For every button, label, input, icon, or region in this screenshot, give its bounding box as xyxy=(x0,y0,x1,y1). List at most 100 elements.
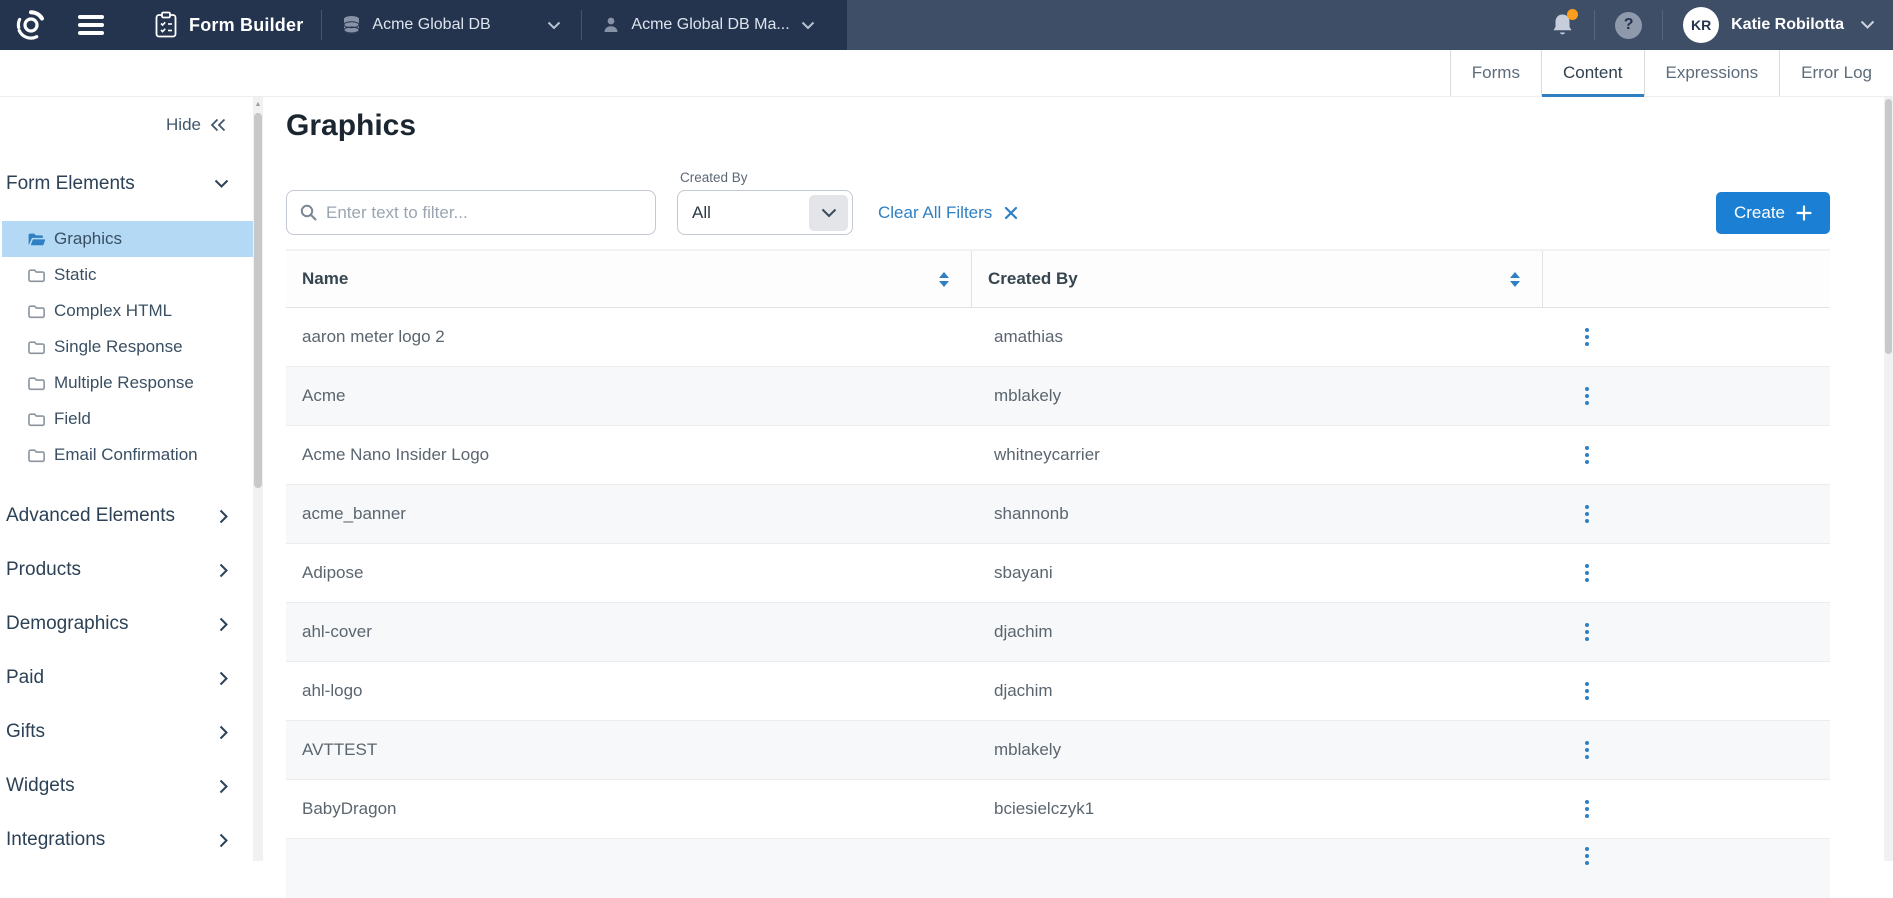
menu-button[interactable] xyxy=(78,15,118,35)
plus-icon xyxy=(1796,205,1812,221)
notifications-button[interactable] xyxy=(1551,12,1574,38)
kebab-menu-button[interactable] xyxy=(1581,324,1593,350)
row-actions-cell xyxy=(1543,603,1830,661)
table-row: ahl-logo djachim xyxy=(286,662,1830,721)
column-header-actions xyxy=(1543,251,1830,307)
clipboard-icon xyxy=(154,11,178,39)
filter-row: Created By All Clear All Filters Create xyxy=(286,190,1830,235)
name-cell: BabyDragon xyxy=(286,780,972,838)
create-button[interactable]: Create xyxy=(1716,192,1830,234)
table-row-partial xyxy=(286,839,1830,898)
content-area: Hide Form Elements xyxy=(0,97,1893,861)
kebab-menu-button[interactable] xyxy=(1581,796,1593,822)
tab[interactable]: Content xyxy=(1541,50,1644,96)
page-scrollbar[interactable] xyxy=(1884,97,1893,861)
kebab-menu-button[interactable] xyxy=(1581,442,1593,468)
clear-all-filters-button[interactable]: Clear All Filters xyxy=(878,203,1018,223)
row-actions-cell xyxy=(1543,367,1830,425)
kebab-menu-button[interactable] xyxy=(1581,737,1593,763)
brand-logo[interactable] xyxy=(0,9,62,41)
tab[interactable]: Error Log xyxy=(1779,50,1893,96)
sidebar-item-label: Field xyxy=(54,409,91,429)
tab-label: Forms xyxy=(1472,63,1520,83)
filter-text-input[interactable] xyxy=(326,191,655,234)
sidebar-item[interactable]: Single Response xyxy=(2,329,253,365)
scrollbar-up-arrow[interactable]: ▲ xyxy=(254,101,262,108)
sidebar-item-label: Single Response xyxy=(54,337,183,357)
navbar-right-cluster: ? KR Katie Robilotta xyxy=(847,0,1893,50)
page-scrollbar-thumb[interactable] xyxy=(1885,99,1892,354)
sidebar-item[interactable]: Field xyxy=(2,401,253,437)
kebab-menu-button[interactable] xyxy=(1581,383,1593,409)
graphics-table: Name Created By aaron meter logo 2 amath… xyxy=(286,249,1830,898)
page-title: Graphics xyxy=(286,109,1830,143)
target-logo-icon xyxy=(15,9,47,41)
sidebar-section[interactable]: Paid xyxy=(0,651,263,705)
table-row: aaron meter logo 2 amathias xyxy=(286,308,1830,367)
app-title: Form Builder xyxy=(189,15,303,36)
hamburger-icon xyxy=(78,15,104,19)
sidebar-section[interactable]: Gifts xyxy=(0,705,263,759)
kebab-menu-button[interactable] xyxy=(1581,843,1593,869)
chevron-right-icon xyxy=(219,563,229,578)
column-header-created-by[interactable]: Created By xyxy=(972,251,1543,307)
hide-sidebar-button[interactable]: Hide xyxy=(0,97,263,135)
help-button[interactable]: ? xyxy=(1615,12,1642,39)
sidebar-item[interactable]: Email Confirmation xyxy=(2,437,253,473)
section-label: Paid xyxy=(6,667,44,689)
tab[interactable]: Forms xyxy=(1450,50,1541,96)
database-select-value: Acme Global DB xyxy=(372,16,490,34)
sidebar-item[interactable]: Multiple Response xyxy=(2,365,253,401)
select-chevron-button[interactable] xyxy=(809,195,848,231)
database-select[interactable]: Acme Global DB xyxy=(324,0,579,50)
kebab-menu-button[interactable] xyxy=(1581,501,1593,527)
tab[interactable]: Expressions xyxy=(1644,50,1780,96)
notification-badge xyxy=(1567,9,1578,20)
sidebar-scrollbar[interactable]: ▲ xyxy=(253,97,263,861)
tab-label: Expressions xyxy=(1666,63,1759,83)
kebab-menu-button[interactable] xyxy=(1581,678,1593,704)
table-row: Acme mblakely xyxy=(286,367,1830,426)
scrollbar-thumb[interactable] xyxy=(254,113,262,488)
chevron-right-icon xyxy=(219,617,229,632)
section-label: Form Elements xyxy=(6,173,135,195)
table-row: AVTTEST mblakely xyxy=(286,721,1830,780)
name-cell: AVTTEST xyxy=(286,721,972,779)
column-header-name[interactable]: Name xyxy=(286,251,972,307)
sidebar-item-label: Static xyxy=(54,265,97,285)
sidebar-section[interactable]: Integrations xyxy=(0,813,263,867)
sidebar-section[interactable]: Advanced Elements xyxy=(0,489,263,543)
tab-label: Content xyxy=(1563,63,1623,83)
name-cell: ahl-cover xyxy=(286,603,972,661)
account-select-value: Acme Global DB Ma... xyxy=(631,16,789,34)
sidebar-section[interactable]: Demographics xyxy=(0,597,263,651)
kebab-menu-button[interactable] xyxy=(1581,560,1593,586)
name-cell: Acme xyxy=(286,367,972,425)
created-by-select[interactable]: Created By All xyxy=(677,190,853,235)
row-actions-cell xyxy=(1543,662,1830,720)
sidebar-item-label: Email Confirmation xyxy=(54,445,198,465)
sidebar-section[interactable]: Products xyxy=(0,543,263,597)
folder-icon xyxy=(27,339,46,355)
sidebar-item-label: Complex HTML xyxy=(54,301,172,321)
sidebar-item[interactable]: Complex HTML xyxy=(2,293,253,329)
folder-icon xyxy=(27,303,46,319)
kebab-menu-button[interactable] xyxy=(1581,619,1593,645)
chevron-down-icon xyxy=(1860,20,1875,30)
main-panel: Graphics Created By All Clear A xyxy=(263,97,1893,861)
chevron-down-icon xyxy=(214,179,229,189)
created-by-cell: djachim xyxy=(972,662,1543,720)
created-by-cell: whitneycarrier xyxy=(972,426,1543,484)
top-navbar: Form Builder Acme Global DB Acme Global … xyxy=(0,0,1893,50)
user-menu[interactable]: KR Katie Robilotta xyxy=(1683,7,1875,43)
account-select[interactable]: Acme Global DB Ma... xyxy=(584,0,832,50)
sidebar-item[interactable]: Graphics xyxy=(2,221,253,257)
sidebar-section[interactable]: Widgets xyxy=(0,759,263,813)
filter-search-box xyxy=(286,190,656,235)
sidebar-section-form-elements[interactable]: Form Elements xyxy=(0,173,263,195)
row-actions-cell xyxy=(1543,780,1830,838)
sidebar-item[interactable]: Static xyxy=(2,257,253,293)
table-row: BabyDragon bciesielczyk1 xyxy=(286,780,1830,839)
double-chevron-left-icon xyxy=(210,118,227,132)
section-label: Demographics xyxy=(6,613,129,635)
